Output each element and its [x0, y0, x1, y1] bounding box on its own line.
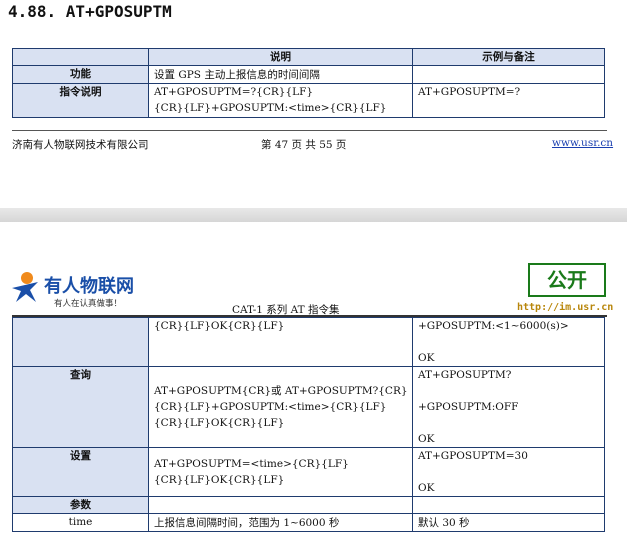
table-row-time: time 上报信息间隔时间，范围为 1~6000 秒 默认 30 秒 [12, 513, 605, 532]
table-row-params: 参数 [12, 496, 605, 514]
example-line [418, 464, 599, 480]
stamp-url-link[interactable]: http://im.usr.cn [517, 302, 613, 313]
public-stamp: 公开 [528, 263, 606, 297]
logo-name: 有人物联网 [44, 276, 134, 297]
desc-line: AT+GPOSUPTM=?{CR}{LF} [154, 86, 314, 98]
row-label [12, 317, 149, 367]
row-description: AT+GPOSUPTM=?{CR}{LF} {CR}{LF}+GPOSUPTM:… [148, 83, 413, 118]
row-description: 设置 GPS 主动上报信息的时间间隔 [148, 65, 413, 84]
footer-divider [12, 130, 607, 131]
header-cell-description: 说明 [148, 48, 413, 66]
row-description: 上报信息间隔时间，范围为 1~6000 秒 [148, 513, 413, 532]
header-cell-blank [12, 48, 149, 66]
example-line [418, 415, 599, 431]
example-line: +GPOSUPTM:OFF [418, 401, 519, 413]
logo-slogan: 有人在认真做事！ [54, 299, 123, 309]
example-line: AT+GPOSUPTM=30 [418, 450, 528, 462]
table-row-query: 查询 AT+GPOSUPTM{CR}或 AT+GPOSUPTM?{CR} {CR… [12, 366, 605, 448]
table-row-continued: {CR}{LF}OK{CR}{LF} +GPOSUPTM:<1~6000(s)>… [12, 317, 605, 367]
row-example [412, 65, 605, 84]
example-line: +GPOSUPTM:<1~6000(s)> [418, 320, 569, 332]
example-line: OK [418, 352, 435, 364]
row-label: time [12, 513, 149, 532]
footer-company: 济南有人物联网技术有限公司 [12, 139, 149, 151]
row-example: AT+GPOSUPTM? +GPOSUPTM:OFF OK [412, 366, 605, 448]
table-header-row: 说明 示例与备注 [12, 48, 605, 66]
row-example [412, 496, 605, 514]
desc-line: 上报信息间隔时间，范围为 1~6000 秒 [154, 516, 340, 529]
row-description: AT+GPOSUPTM=<time>{CR}{LF} {CR}{LF}OK{CR… [148, 447, 413, 497]
row-example: AT+GPOSUPTM=? [412, 83, 605, 118]
example-line: AT+GPOSUPTM=? [418, 86, 521, 98]
example-line [418, 334, 599, 350]
row-label: 指令说明 [12, 83, 149, 118]
table-row-command-desc: 指令说明 AT+GPOSUPTM=?{CR}{LF} {CR}{LF}+GPOS… [12, 83, 605, 118]
row-label: 功能 [12, 65, 149, 84]
row-label: 设置 [12, 447, 149, 497]
row-example: 默认 30 秒 [412, 513, 605, 532]
table-row-function: 功能 设置 GPS 主动上报信息的时间间隔 [12, 65, 605, 84]
header-cell-example: 示例与备注 [412, 48, 605, 66]
command-table-part2: {CR}{LF}OK{CR}{LF} +GPOSUPTM:<1~6000(s)>… [12, 317, 605, 532]
desc-line: {CR}{LF}+GPOSUPTM:<time>{CR}{LF} [154, 401, 387, 413]
row-description: {CR}{LF}OK{CR}{LF} [148, 317, 413, 367]
example-line [418, 383, 599, 399]
page-break [0, 208, 627, 222]
example-line: AT+GPOSUPTM? [418, 369, 512, 381]
row-description [148, 496, 413, 514]
row-label: 查询 [12, 366, 149, 448]
desc-line: AT+GPOSUPTM=<time>{CR}{LF} [154, 458, 349, 470]
logo-icon [8, 270, 42, 304]
row-example: +GPOSUPTM:<1~6000(s)> OK [412, 317, 605, 367]
desc-line: {CR}{LF}OK{CR}{LF} [154, 320, 285, 332]
footer-url-link[interactable]: www.usr.cn [552, 137, 613, 149]
desc-line: 设置 GPS 主动上报信息的时间间隔 [154, 68, 320, 81]
table-row-set: 设置 AT+GPOSUPTM=<time>{CR}{LF} {CR}{LF}OK… [12, 447, 605, 497]
row-label: 参数 [12, 496, 149, 514]
desc-line: {CR}{LF}+GPOSUPTM:<time>{CR}{LF} [154, 102, 387, 114]
footer-page: 第 47 页 共 55 页 [261, 139, 347, 151]
example-line: OK [418, 482, 435, 494]
desc-line: {CR}{LF}OK{CR}{LF} [154, 474, 285, 486]
example-line: 默认 30 秒 [418, 516, 470, 529]
section-title: 4.88. AT+GPOSUPTM [8, 2, 172, 21]
command-table-part1: 说明 示例与备注 功能 设置 GPS 主动上报信息的时间间隔 指令说明 AT+G… [12, 48, 605, 118]
row-example: AT+GPOSUPTM=30 OK [412, 447, 605, 497]
example-line: OK [418, 433, 435, 445]
row-description: AT+GPOSUPTM{CR}或 AT+GPOSUPTM?{CR} {CR}{L… [148, 366, 413, 448]
desc-line: {CR}{LF}OK{CR}{LF} [154, 417, 285, 429]
desc-line: AT+GPOSUPTM{CR}或 AT+GPOSUPTM?{CR} [154, 385, 408, 397]
